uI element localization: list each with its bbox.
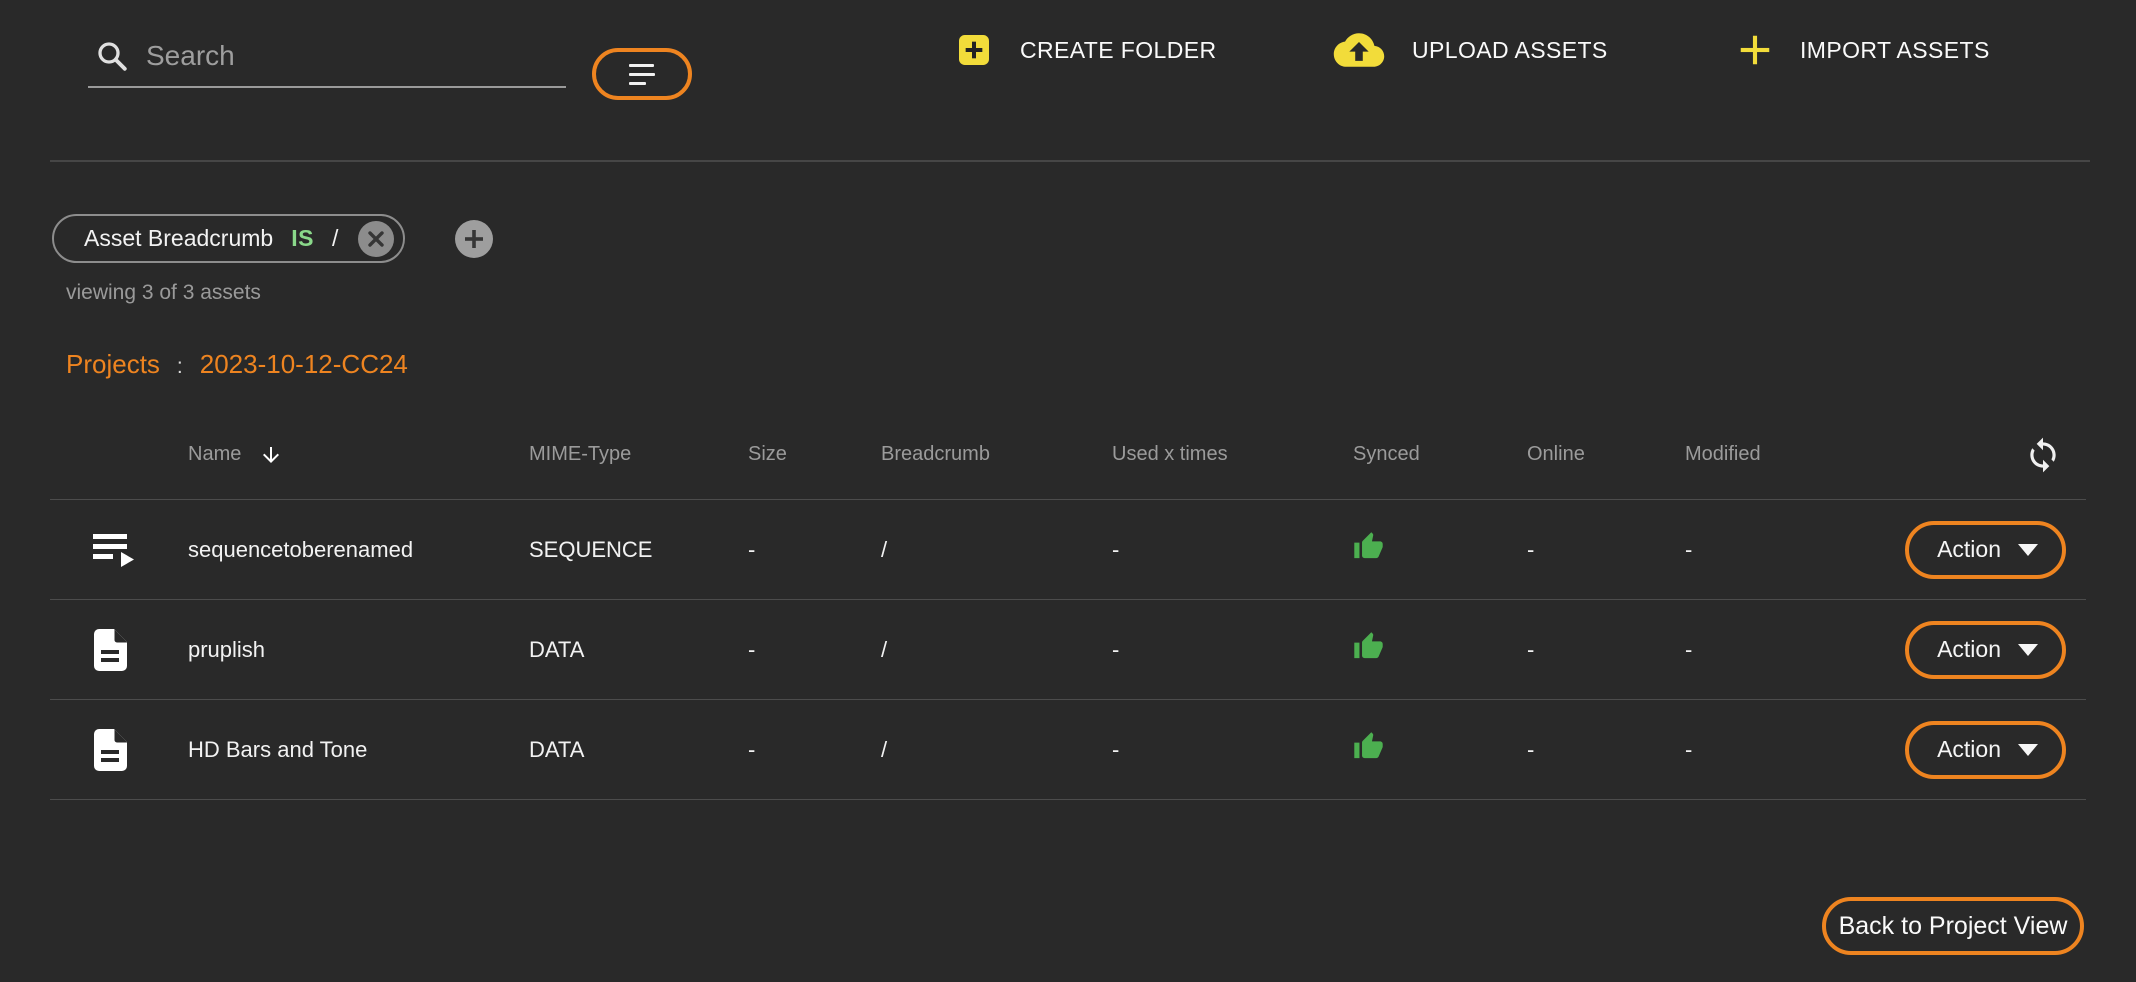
filter-chip-operator: IS bbox=[291, 225, 314, 252]
cell-size: - bbox=[748, 537, 881, 563]
breadcrumb-separator: : bbox=[177, 355, 183, 379]
cell-synced bbox=[1353, 531, 1527, 568]
filter-chip-field: Asset Breadcrumb bbox=[84, 225, 273, 252]
cell-breadcrumb: / bbox=[881, 737, 1112, 763]
document-icon bbox=[93, 629, 127, 671]
header-synced[interactable]: Synced bbox=[1353, 443, 1527, 466]
cell-name: HD Bars and Tone bbox=[188, 737, 529, 763]
action-dropdown-button[interactable]: Action bbox=[1905, 521, 2066, 579]
cell-modified: - bbox=[1685, 537, 1900, 563]
upload-assets-button[interactable]: UPLOAD ASSETS bbox=[1332, 26, 1608, 74]
cell-modified: - bbox=[1685, 737, 1900, 763]
search-icon bbox=[94, 38, 130, 74]
assets-table-header: Name MIME-Type Size Breadcrumb Used x ti… bbox=[50, 410, 2086, 500]
action-dropdown-button[interactable]: Action bbox=[1905, 621, 2066, 679]
thumbs-up-icon bbox=[1353, 631, 1384, 662]
cell-breadcrumb: / bbox=[881, 637, 1112, 663]
cell-size: - bbox=[748, 737, 881, 763]
header-modified[interactable]: Modified bbox=[1685, 443, 1900, 466]
assets-table: Name MIME-Type Size Breadcrumb Used x ti… bbox=[50, 410, 2086, 800]
filter-sort-button[interactable] bbox=[592, 48, 692, 100]
cell-size: - bbox=[748, 637, 881, 663]
filter-chip-remove-button[interactable] bbox=[358, 221, 394, 257]
import-assets-button[interactable]: IMPORT ASSETS bbox=[1736, 26, 1990, 74]
cell-used-x-times: - bbox=[1112, 737, 1353, 763]
cell-online: - bbox=[1527, 637, 1685, 663]
chevron-down-icon bbox=[2018, 744, 2038, 756]
cell-online: - bbox=[1527, 737, 1685, 763]
cell-name: pruplish bbox=[188, 637, 529, 663]
table-row[interactable]: pruplish DATA - / - - - Action bbox=[50, 600, 2086, 700]
action-label: Action bbox=[1937, 636, 2001, 663]
header-mime-type[interactable]: MIME-Type bbox=[529, 443, 748, 466]
cloud-upload-icon bbox=[1332, 29, 1386, 71]
document-icon bbox=[93, 729, 127, 771]
header-name[interactable]: Name bbox=[188, 443, 529, 467]
search-field[interactable] bbox=[88, 26, 566, 88]
cell-mime-type: DATA bbox=[529, 737, 748, 763]
filter-chip-asset-breadcrumb[interactable]: Asset Breadcrumb IS / bbox=[52, 214, 405, 263]
table-row[interactable]: sequencetoberenamed SEQUENCE - / - - - A… bbox=[50, 500, 2086, 600]
chevron-down-icon bbox=[2018, 544, 2038, 556]
create-folder-label: CREATE FOLDER bbox=[1020, 37, 1216, 64]
filter-chip-value: / bbox=[332, 225, 338, 252]
create-folder-button[interactable]: CREATE FOLDER bbox=[954, 26, 1216, 74]
breadcrumb-root-link[interactable]: Projects bbox=[66, 349, 160, 380]
search-input[interactable] bbox=[146, 40, 526, 72]
thumbs-up-icon bbox=[1353, 731, 1384, 762]
header-online[interactable]: Online bbox=[1527, 443, 1685, 466]
breadcrumb: Projects : 2023-10-12-CC24 bbox=[66, 349, 408, 380]
cell-breadcrumb: / bbox=[881, 537, 1112, 563]
action-dropdown-button[interactable]: Action bbox=[1905, 721, 2066, 779]
cell-synced bbox=[1353, 631, 1527, 668]
chevron-down-icon bbox=[2018, 644, 2038, 656]
cell-synced bbox=[1353, 731, 1527, 768]
refresh-button[interactable] bbox=[2024, 436, 2062, 474]
arrow-down-icon bbox=[259, 443, 283, 467]
breadcrumb-current-link[interactable]: 2023-10-12-CC24 bbox=[200, 349, 408, 380]
add-box-icon bbox=[954, 30, 994, 70]
add-filter-button[interactable] bbox=[455, 220, 493, 258]
cell-modified: - bbox=[1685, 637, 1900, 663]
cell-name: sequencetoberenamed bbox=[188, 537, 529, 563]
back-to-project-view-button[interactable]: Back to Project View bbox=[1822, 897, 2084, 955]
filter-sort-icon bbox=[629, 64, 655, 85]
cell-online: - bbox=[1527, 537, 1685, 563]
import-assets-label: IMPORT ASSETS bbox=[1800, 37, 1990, 64]
table-row[interactable]: HD Bars and Tone DATA - / - - - Action bbox=[50, 700, 2086, 800]
toolbar-divider bbox=[50, 160, 2090, 162]
thumbs-up-icon bbox=[1353, 531, 1384, 562]
sync-icon bbox=[2024, 436, 2062, 474]
header-size[interactable]: Size bbox=[748, 443, 881, 466]
upload-assets-label: UPLOAD ASSETS bbox=[1412, 37, 1608, 64]
cell-mime-type: DATA bbox=[529, 637, 748, 663]
cell-used-x-times: - bbox=[1112, 537, 1353, 563]
action-label: Action bbox=[1937, 736, 2001, 763]
asset-manager-page: CREATE FOLDER UPLOAD ASSETS IMPORT ASSET… bbox=[0, 0, 2136, 982]
header-breadcrumb[interactable]: Breadcrumb bbox=[881, 443, 1112, 466]
back-button-label: Back to Project View bbox=[1839, 912, 2068, 941]
plus-icon bbox=[1736, 31, 1774, 69]
plus-circle-icon bbox=[463, 228, 485, 250]
sequence-icon bbox=[93, 532, 138, 568]
cell-used-x-times: - bbox=[1112, 637, 1353, 663]
viewing-count-text: viewing 3 of 3 assets bbox=[66, 281, 261, 305]
close-icon bbox=[367, 230, 385, 248]
cell-mime-type: SEQUENCE bbox=[529, 537, 748, 563]
action-label: Action bbox=[1937, 536, 2001, 563]
header-used-x-times[interactable]: Used x times bbox=[1112, 443, 1353, 466]
